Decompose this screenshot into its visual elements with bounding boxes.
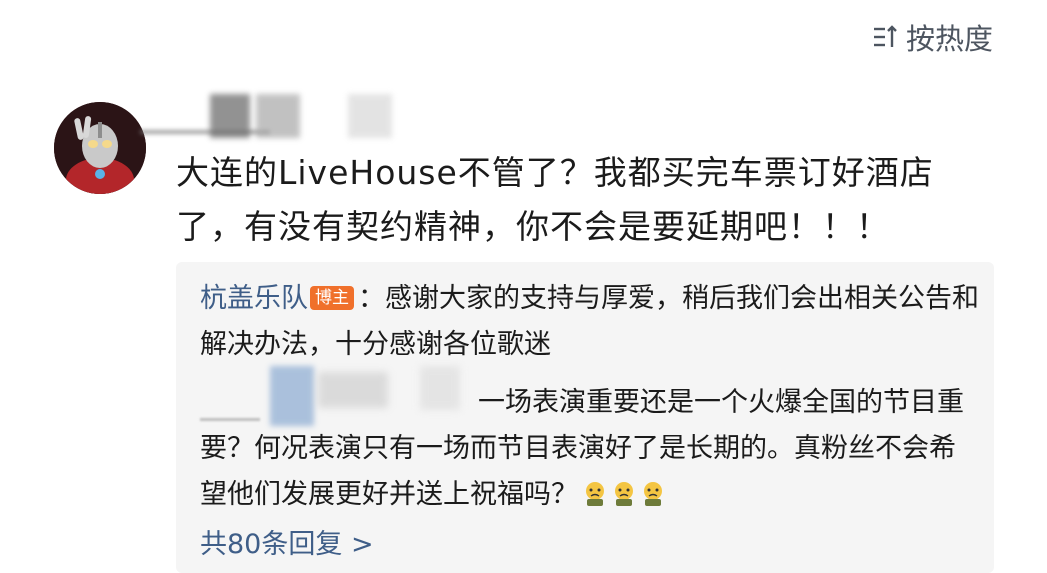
crying-emoji-icon — [644, 482, 662, 506]
username-redacted — [140, 90, 410, 150]
author-badge: 博主 — [310, 286, 354, 310]
reply-item[interactable]: 杭盖乐队 博主 ：感谢大家的支持与厚爱，稍后我们会出相关公告和解决办法，十分感谢各位… — [200, 276, 980, 368]
reply-author[interactable]: 杭盖乐队 — [200, 283, 308, 314]
reply-text: 一场表演重要还是一个火爆全国的节目重要？何况表演只有一场而节目表演好了是长期的。… — [200, 387, 964, 510]
sort-by-heat-button[interactable]: 按热度 — [872, 16, 993, 58]
crying-emoji-icon — [615, 482, 633, 506]
crying-emoji-icon — [586, 482, 604, 506]
reply-item[interactable]: 一场表演重要还是一个火爆全国的节目重要？何况表演只有一场而节目表演好了是长期的。… — [200, 380, 970, 518]
ultraman-avatar-icon — [54, 102, 146, 194]
sort-icon — [873, 25, 897, 47]
view-all-replies-link[interactable]: 共80条回复 > — [200, 522, 374, 561]
sort-label: 按热度 — [905, 22, 993, 56]
avatar[interactable] — [54, 102, 146, 194]
reply-box: 杭盖乐队 博主 ：感谢大家的支持与厚爱，稍后我们会出相关公告和解决办法，十分感谢各位… — [176, 262, 994, 573]
comment-text: 大连的LiveHouse不管了？我都买完车票订好酒店了，有没有契约精神，你不会是… — [176, 153, 934, 246]
